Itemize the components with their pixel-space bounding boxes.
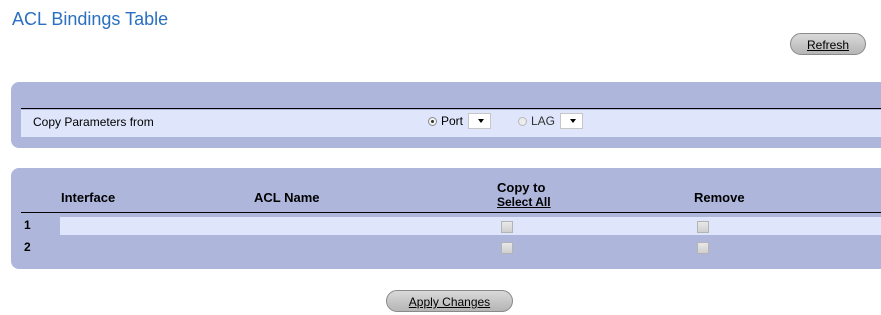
bindings-table: Interface ACL Name Copy to Select All Re… [11,168,881,269]
column-header-copy-to: Copy to [497,180,546,195]
lag-radio[interactable] [518,116,527,126]
select-all-link[interactable]: Select All [497,195,551,209]
port-radio[interactable] [428,116,437,126]
column-header-remove: Remove [694,190,745,205]
table-row-highlight [60,217,881,235]
column-header-acl-name: ACL Name [254,190,320,205]
copy-parameters-panel: Copy Parameters from Port LAG [11,82,881,148]
port-select[interactable] [468,113,492,129]
refresh-button[interactable]: Refresh [790,33,866,55]
page-title: ACL Bindings Table [12,9,169,29]
copy-parameters-label: Copy Parameters from [33,115,154,129]
port-radio-label: Port [441,114,464,128]
lag-option-group: LAG [518,113,584,129]
table-header-divider [21,212,881,213]
remove-checkbox[interactable] [697,221,709,233]
port-option-group: Port [428,113,492,129]
column-header-interface: Interface [61,190,116,205]
copy-to-checkbox[interactable] [501,242,513,254]
copy-to-checkbox[interactable] [501,221,513,233]
lag-radio-label: LAG [531,114,556,128]
remove-checkbox[interactable] [697,242,709,254]
apply-changes-button[interactable]: Apply Changes [386,290,513,312]
copy-parameters-row: Copy Parameters from Port LAG [21,110,881,137]
table-row-index: 1 [24,218,31,232]
table-row-index: 2 [24,240,31,254]
copy-parameters-divider [21,108,881,109]
lag-select[interactable] [560,113,584,129]
